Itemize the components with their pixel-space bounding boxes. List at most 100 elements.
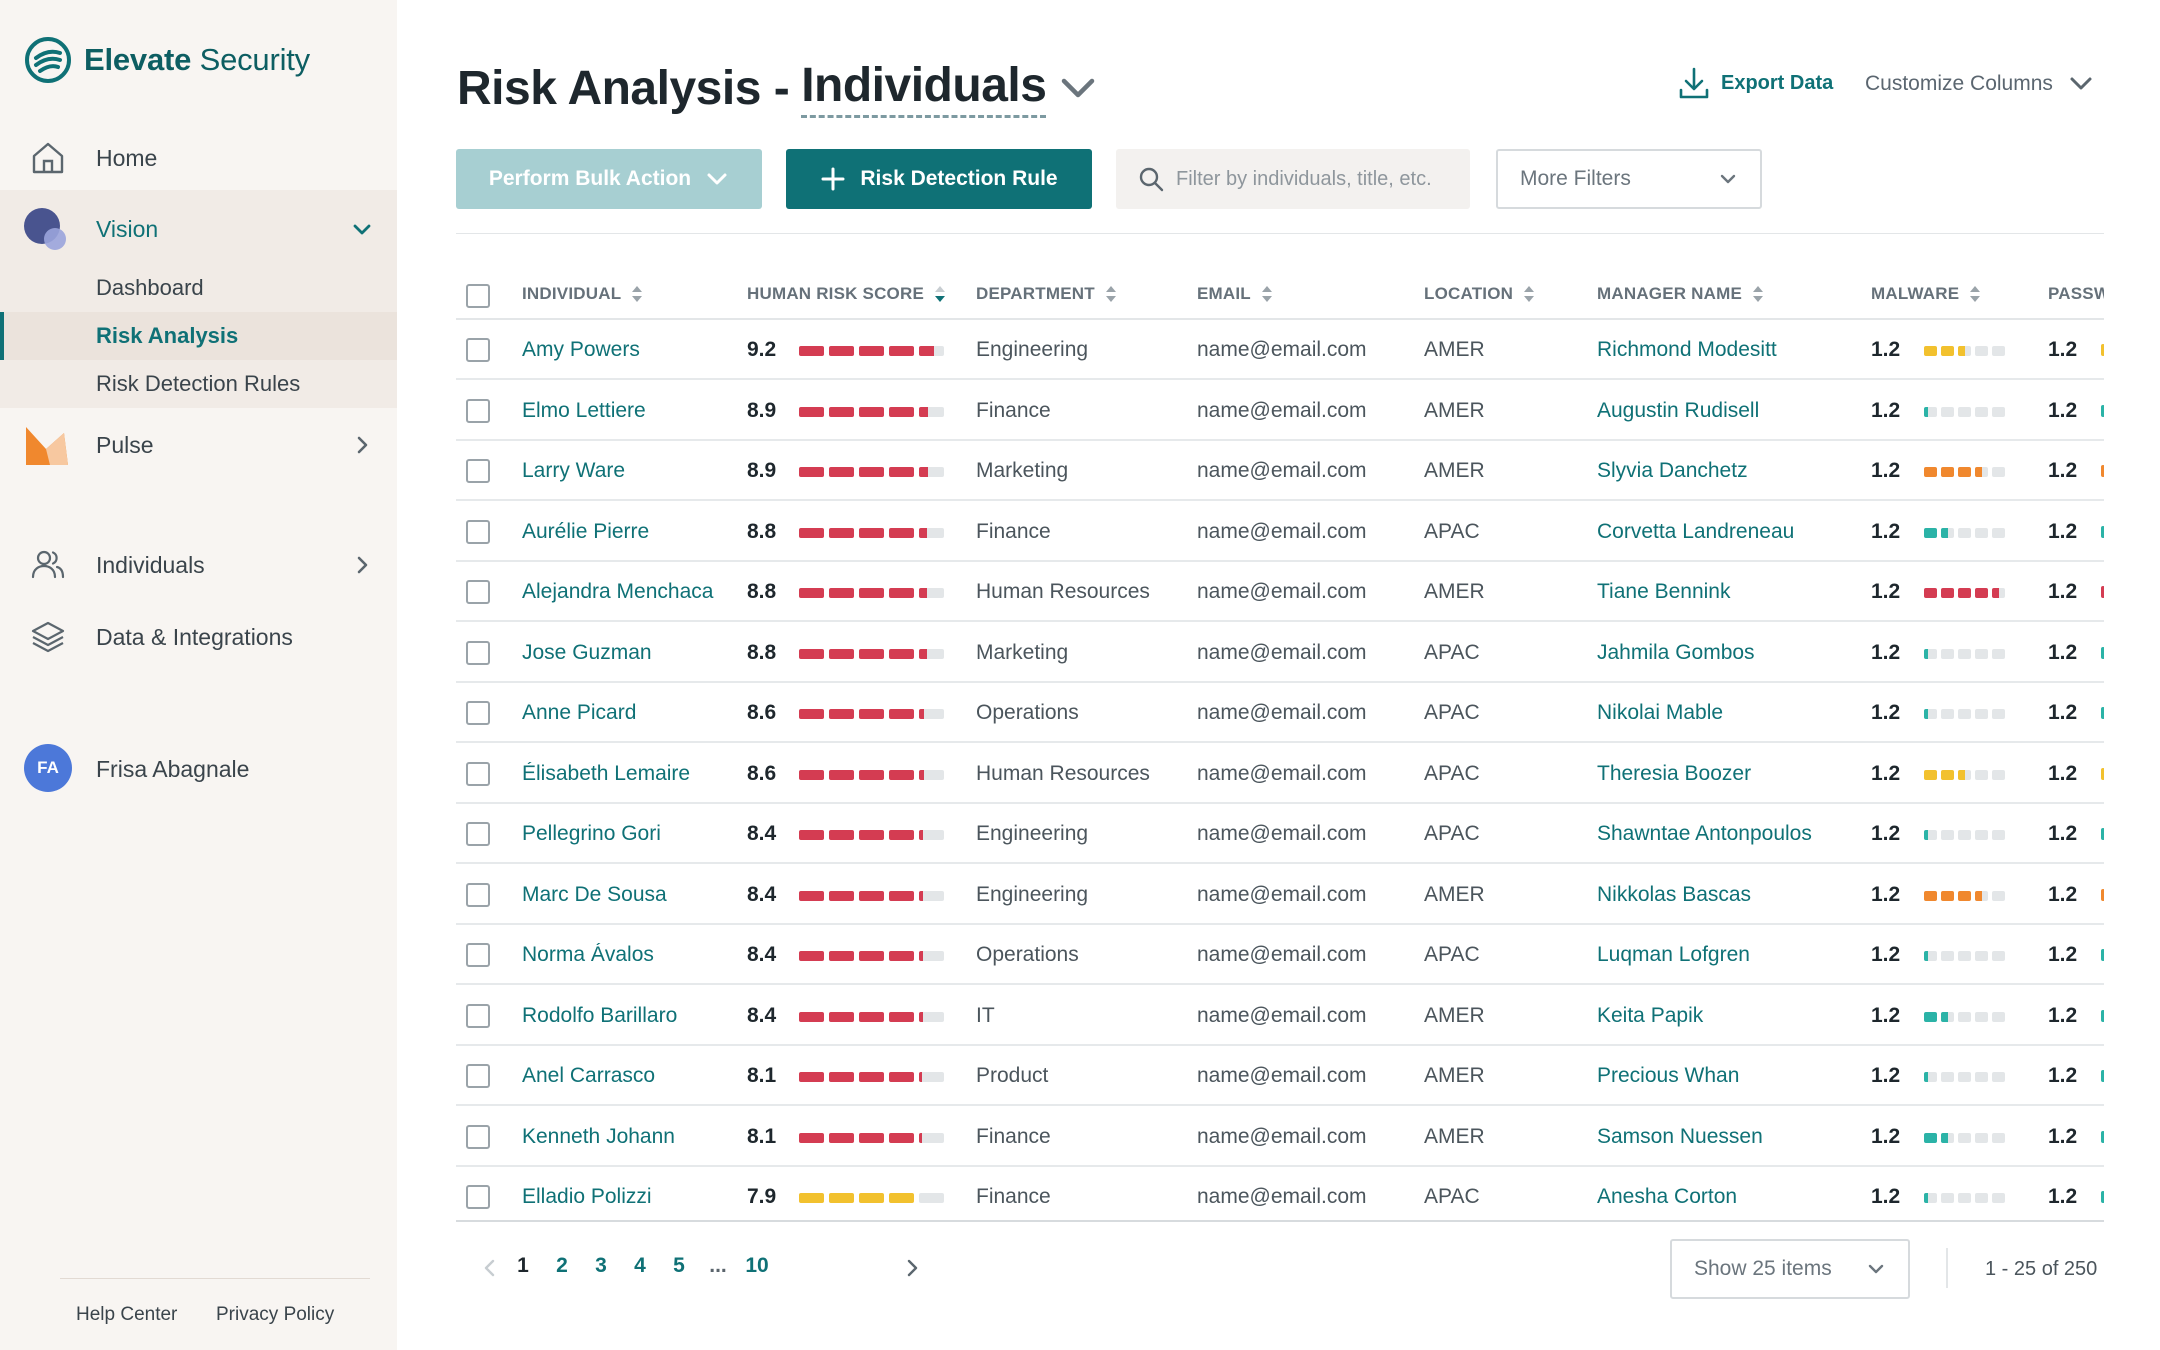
- individual-name-link[interactable]: Kenneth Johann: [522, 1125, 722, 1149]
- manager-name-link[interactable]: Corvetta Landreneau: [1597, 520, 1837, 544]
- page-number-10[interactable]: 10: [742, 1254, 772, 1278]
- more-filters-dropdown[interactable]: More Filters: [1496, 149, 1762, 209]
- page-number-1[interactable]: 1: [508, 1254, 538, 1278]
- chevron-down-icon[interactable]: [1058, 68, 1098, 108]
- table-row[interactable]: Anne Picard 8.6 Operations name@email.com AP…: [456, 683, 2104, 743]
- row-checkbox[interactable]: [466, 338, 490, 362]
- column-header-human-risk-score[interactable]: HUMAN RISK SCORE: [747, 284, 946, 304]
- table-row[interactable]: Élisabeth Lemaire 8.6 Human Resources name@…: [456, 744, 2104, 804]
- sidebar-item-vision[interactable]: Vision: [0, 194, 397, 264]
- individual-name-link[interactable]: Anne Picard: [522, 701, 722, 725]
- row-checkbox[interactable]: [466, 1185, 490, 1209]
- row-checkbox[interactable]: [466, 1064, 490, 1088]
- individual-name-link[interactable]: Larry Ware: [522, 459, 722, 483]
- sidebar-item-individuals[interactable]: Individuals: [0, 530, 397, 600]
- page-number-5[interactable]: 5: [664, 1254, 694, 1278]
- individual-name-link[interactable]: Norma Ávalos: [522, 943, 722, 967]
- manager-name-link[interactable]: Richmond Modesitt: [1597, 338, 1837, 362]
- table-row[interactable]: Aurélie Pierre 8.8 Finance name@email.com AP…: [456, 502, 2104, 562]
- manager-name-link[interactable]: Nikolai Mable: [1597, 701, 1837, 725]
- table-row[interactable]: Larry Ware 8.9 Marketing name@email.com AMER…: [456, 441, 2104, 501]
- column-header-manager-name[interactable]: MANAGER NAME: [1597, 284, 1764, 304]
- individual-name-link[interactable]: Alejandra Menchaca: [522, 580, 722, 604]
- row-checkbox[interactable]: [466, 882, 490, 907]
- risk-detection-rule-button[interactable]: Risk Detection Rule: [786, 149, 1092, 209]
- manager-name-link[interactable]: Keita Papik: [1597, 1004, 1837, 1028]
- manager-name-link[interactable]: Theresia Boozer: [1597, 762, 1837, 786]
- manager-name-link[interactable]: Anesha Corton: [1597, 1185, 1837, 1209]
- column-header-malware[interactable]: MALWARE: [1871, 284, 1981, 304]
- individual-name-link[interactable]: Aurélie Pierre: [522, 520, 722, 544]
- page-number-4[interactable]: 4: [625, 1254, 655, 1278]
- row-checkbox[interactable]: [466, 1124, 490, 1149]
- sidebar-subitem-risk-analysis[interactable]: Risk Analysis: [0, 312, 397, 360]
- individual-name-link[interactable]: Rodolfo Barillaro: [522, 1004, 722, 1028]
- individual-name-link[interactable]: Elladio Polizzi: [522, 1185, 722, 1209]
- table-row[interactable]: Marc De Sousa 8.4 Engineering name@email.co…: [456, 865, 2104, 925]
- manager-name-link[interactable]: Samson Nuessen: [1597, 1125, 1837, 1149]
- column-header-location[interactable]: LOCATION: [1424, 284, 1535, 304]
- page-number-2[interactable]: 2: [547, 1254, 577, 1278]
- table-row[interactable]: Amy Powers 9.2 Engineering name@email.com AM…: [456, 320, 2104, 380]
- row-checkbox[interactable]: [466, 519, 490, 544]
- customize-columns-button[interactable]: Customize Columns: [1865, 70, 2095, 98]
- manager-name-link[interactable]: Precious Whan: [1597, 1064, 1837, 1088]
- table-row[interactable]: Elladio Polizzi 7.9 Finance name@email.com A…: [456, 1167, 2104, 1224]
- table-row[interactable]: Pellegrino Gori 8.4 Engineering name@email.…: [456, 804, 2104, 864]
- individual-name-link[interactable]: Marc De Sousa: [522, 883, 722, 907]
- sidebar-item-pulse[interactable]: Pulse: [0, 410, 397, 480]
- manager-name-link[interactable]: Slyvia Danchetz: [1597, 459, 1837, 483]
- individual-name-link[interactable]: Jose Guzman: [522, 641, 722, 665]
- privacy-policy-link[interactable]: Privacy Policy: [216, 1304, 334, 1326]
- bar-fill: [1924, 588, 1937, 598]
- manager-name-link[interactable]: Luqman Lofgren: [1597, 943, 1837, 967]
- row-checkbox[interactable]: [466, 822, 490, 846]
- individual-name-link[interactable]: Pellegrino Gori: [522, 822, 722, 846]
- page-number-3[interactable]: 3: [586, 1254, 616, 1278]
- row-checkbox[interactable]: [466, 580, 490, 604]
- individual-name-link[interactable]: Amy Powers: [522, 338, 722, 362]
- manager-name-link[interactable]: Shawntae Antonpoulos: [1597, 822, 1837, 846]
- row-checkbox[interactable]: [466, 761, 490, 786]
- row-checkbox[interactable]: [466, 459, 490, 483]
- view-selector[interactable]: Individuals: [801, 58, 1047, 118]
- page-size-dropdown[interactable]: Show 25 items: [1670, 1239, 1910, 1299]
- row-checkbox[interactable]: [466, 398, 490, 423]
- export-data-button[interactable]: Export Data: [1677, 66, 1833, 100]
- manager-name-link[interactable]: Tiane Bennink: [1597, 580, 1837, 604]
- row-checkbox[interactable]: [466, 943, 490, 967]
- chevron-right-icon[interactable]: [902, 1258, 922, 1278]
- manager-name-link[interactable]: Augustin Rudisell: [1597, 399, 1837, 423]
- table-row[interactable]: Elmo Lettiere 8.9 Finance name@email.com AME…: [456, 381, 2104, 441]
- manager-name-link[interactable]: Jahmila Gombos: [1597, 641, 1837, 665]
- sidebar-subitem-risk-detection-rules[interactable]: Risk Detection Rules: [0, 360, 397, 408]
- column-header-email[interactable]: EMAIL: [1197, 284, 1273, 304]
- table-row[interactable]: Norma Ávalos 8.4 Operations name@email.com A…: [456, 925, 2104, 985]
- search-input[interactable]: [1176, 159, 1461, 199]
- row-checkbox[interactable]: [466, 640, 490, 665]
- sidebar-item-home[interactable]: Home: [0, 123, 397, 193]
- table-row[interactable]: Kenneth Johann 8.1 Finance name@email.com AM…: [456, 1107, 2104, 1167]
- individual-name-link[interactable]: Anel Carrasco: [522, 1064, 722, 1088]
- avatar[interactable]: FA: [24, 744, 72, 792]
- row-checkbox[interactable]: [466, 701, 490, 725]
- select-all-checkbox[interactable]: [466, 284, 490, 308]
- row-checkbox[interactable]: [466, 1003, 490, 1028]
- sidebar-item-data-integrations[interactable]: Data & Integrations: [0, 602, 397, 672]
- table-row[interactable]: Alejandra Menchaca 8.8 Human Resources name…: [456, 562, 2104, 622]
- table-row[interactable]: Jose Guzman 8.8 Marketing name@email.com APA…: [456, 623, 2104, 683]
- individual-name-link[interactable]: Élisabeth Lemaire: [522, 762, 722, 786]
- brand-logo[interactable]: Elevate Security: [24, 36, 310, 84]
- help-center-link[interactable]: Help Center: [76, 1304, 177, 1326]
- column-header-passwords[interactable]: PASSW: [2048, 284, 2104, 304]
- bulk-action-button[interactable]: Perform Bulk Action: [456, 149, 762, 209]
- table-row[interactable]: Rodolfo Barillaro 8.4 IT name@email.com AMER…: [456, 986, 2104, 1046]
- chevron-left-icon[interactable]: [480, 1258, 500, 1278]
- table-row[interactable]: Anel Carrasco 8.1 Product name@email.com AME…: [456, 1046, 2104, 1106]
- user-name[interactable]: Frisa Abagnale: [96, 756, 249, 783]
- column-header-individual[interactable]: INDIVIDUAL: [522, 284, 643, 304]
- individual-name-link[interactable]: Elmo Lettiere: [522, 399, 722, 423]
- sidebar-subitem-dashboard[interactable]: Dashboard: [0, 264, 397, 312]
- column-header-department[interactable]: DEPARTMENT: [976, 284, 1117, 304]
- manager-name-link[interactable]: Nikkolas Bascas: [1597, 883, 1837, 907]
